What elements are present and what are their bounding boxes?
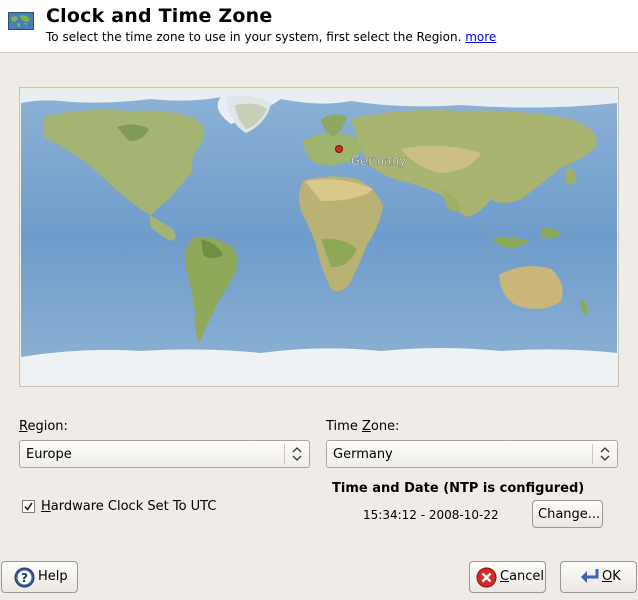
page-subtitle: To select the time zone to use in your s… — [46, 30, 496, 44]
world-map-icon — [8, 12, 34, 30]
time-date-value: 15:34:12 - 2008-10-22 — [363, 508, 499, 522]
ok-label: OK — [602, 569, 621, 584]
more-link[interactable]: more — [465, 30, 496, 44]
updown-arrows-icon — [292, 445, 302, 463]
selected-location-marker — [335, 145, 343, 153]
combo-separator — [592, 444, 593, 464]
ok-enter-icon — [579, 567, 601, 591]
help-button[interactable]: ? Help — [1, 561, 78, 593]
cancel-label: Cancel — [500, 569, 545, 584]
combo-separator — [284, 444, 285, 464]
help-icon: ? — [14, 567, 35, 592]
page-title: Clock and Time Zone — [46, 5, 273, 27]
timezone-combo[interactable]: Germany — [326, 440, 618, 468]
change-time-button[interactable]: Change... — [532, 500, 603, 528]
header-banner: Clock and Time Zone To select the time z… — [0, 0, 638, 52]
updown-arrows-icon — [600, 445, 610, 463]
region-label: Region: — [19, 419, 68, 434]
map-selected-label: Germany — [351, 154, 406, 168]
cancel-icon — [476, 567, 497, 592]
timezone-map[interactable]: Germany — [19, 87, 619, 387]
region-combo[interactable]: Europe — [19, 440, 310, 468]
cancel-button[interactable]: Cancel — [469, 561, 546, 593]
checkmark-icon — [24, 502, 33, 511]
hardware-clock-label[interactable]: Hardware Clock Set To UTC — [41, 499, 216, 514]
timezone-label: Time Zone: — [326, 419, 400, 434]
subtitle-text: To select the time zone to use in your s… — [46, 30, 462, 44]
ok-button[interactable]: OK — [560, 561, 637, 593]
hardware-clock-checkbox[interactable] — [22, 500, 35, 513]
region-value: Europe — [26, 447, 72, 462]
svg-text:?: ? — [21, 571, 28, 585]
timezone-value: Germany — [333, 447, 393, 462]
header-divider — [0, 52, 638, 53]
time-date-heading: Time and Date (NTP is configured) — [332, 481, 585, 496]
world-map-image[interactable]: Germany — [21, 89, 617, 385]
